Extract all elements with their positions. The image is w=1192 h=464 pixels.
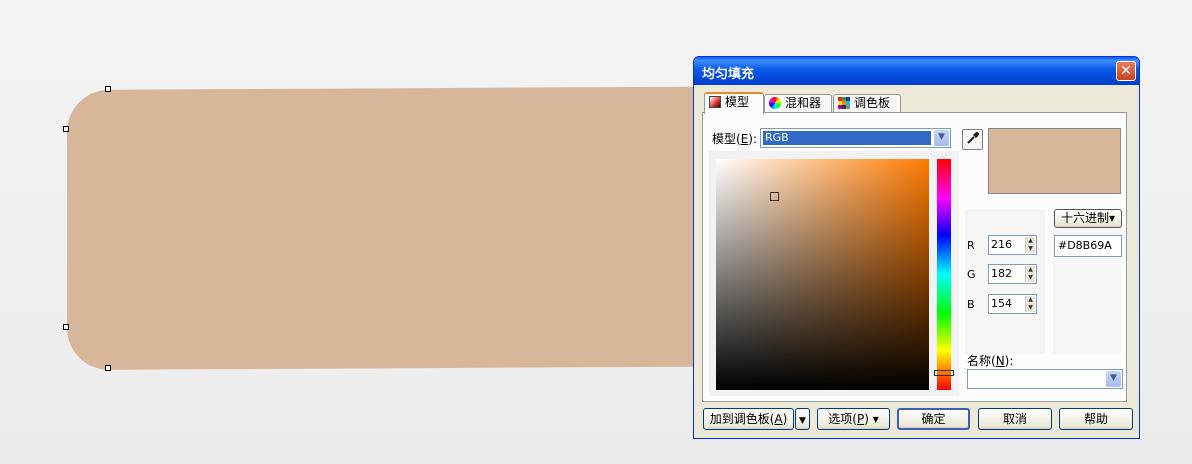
model-panel: 模型(E): RGB ▼ 十六进制▾ #D8B69A R 216 ▲ ▼ G 1…: [702, 112, 1127, 402]
tab-model-label: 模型: [725, 95, 750, 109]
selection-handle[interactable]: [105, 86, 111, 92]
spin-arrows-icon[interactable]: ▲ ▼: [1025, 296, 1035, 312]
tab-model[interactable]: 模型: [704, 92, 764, 114]
name-label: 名称(N):: [967, 354, 1014, 368]
hex-values-area: [1053, 209, 1121, 354]
selection-handle[interactable]: [105, 365, 111, 371]
color-preview-swatch: [988, 128, 1121, 194]
spin-arrows-icon[interactable]: ▲ ▼: [1025, 237, 1035, 253]
g-spinner[interactable]: 182 ▲ ▼: [988, 264, 1037, 284]
model-select-value: RGB: [763, 131, 931, 145]
b-spinner[interactable]: 154 ▲ ▼: [988, 294, 1037, 314]
close-icon: ✕: [1120, 63, 1132, 79]
eyedropper-icon: [966, 132, 979, 144]
b-value: 154: [991, 297, 1012, 310]
r-spinner[interactable]: 216 ▲ ▼: [988, 235, 1037, 255]
model-select[interactable]: RGB ▼: [760, 128, 951, 148]
dialog-title: 均匀填充: [702, 67, 755, 82]
cancel-button[interactable]: 取消: [978, 408, 1052, 430]
eyedropper-button[interactable]: [962, 129, 983, 150]
chevron-down-icon[interactable]: ▼: [934, 130, 949, 146]
name-select[interactable]: ▼: [967, 369, 1123, 389]
chevron-down-icon[interactable]: ▼: [1106, 371, 1121, 387]
dialog-titlebar[interactable]: 均匀填充 ✕: [694, 57, 1139, 85]
model-icon: [709, 96, 721, 108]
help-button[interactable]: 帮助: [1059, 408, 1133, 430]
close-button[interactable]: ✕: [1116, 61, 1136, 81]
g-value: 182: [991, 267, 1012, 280]
b-label: B: [967, 298, 975, 311]
hue-slider-handle[interactable]: [934, 370, 954, 376]
chevron-down-icon: ▼: [799, 416, 806, 426]
options-button[interactable]: 选项(P) ▾: [817, 408, 890, 430]
r-value: 216: [991, 238, 1012, 251]
mixer-icon: [769, 97, 781, 109]
hex-mode-button[interactable]: 十六进制▾: [1054, 209, 1122, 228]
hex-value-field[interactable]: #D8B69A: [1054, 235, 1122, 257]
tab-palette-label: 调色板: [854, 96, 891, 110]
r-label: R: [967, 239, 975, 252]
uniform-fill-dialog: 均匀填充 ✕ 模型 混和器 调色板 模型(E): RGB ▼ 十六进制▾ #D8…: [693, 56, 1140, 439]
tab-mixer[interactable]: 混和器: [764, 94, 832, 112]
model-label: 模型(E):: [712, 132, 758, 146]
palette-icon: [838, 97, 850, 109]
color-picker-marker[interactable]: [770, 192, 779, 201]
g-label: G: [967, 268, 976, 281]
add-to-palette-dropdown[interactable]: ▼: [795, 408, 810, 430]
selection-handle[interactable]: [63, 324, 69, 330]
spin-arrows-icon[interactable]: ▲ ▼: [1025, 266, 1035, 282]
saturation-value-picker[interactable]: [716, 159, 929, 390]
tab-mixer-label: 混和器: [785, 96, 822, 110]
ok-button[interactable]: 确定: [897, 408, 970, 430]
add-to-palette-button[interactable]: 加到调色板(A): [703, 408, 794, 430]
hue-slider[interactable]: [937, 159, 951, 390]
tab-palette[interactable]: 调色板: [833, 94, 901, 112]
selection-handle[interactable]: [63, 126, 69, 132]
